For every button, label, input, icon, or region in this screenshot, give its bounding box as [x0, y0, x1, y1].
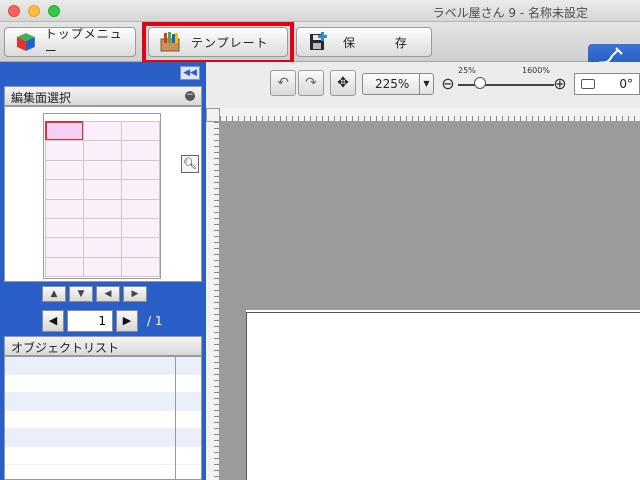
chevron-down-icon: ▼ — [419, 74, 433, 94]
zoom-slider-knob[interactable] — [474, 77, 486, 89]
label-cell[interactable] — [121, 198, 160, 219]
label-cell[interactable] — [45, 256, 84, 278]
rotation-field[interactable]: 0° — [574, 73, 640, 95]
move-arrows: ▲ ▼ ◀ ▶ — [42, 286, 147, 302]
list-item[interactable] — [5, 411, 201, 429]
redo-icon[interactable]: ↷ — [298, 70, 324, 96]
page-number-input[interactable] — [67, 310, 113, 332]
object-list[interactable] — [4, 356, 202, 480]
ruler-corner — [206, 108, 220, 122]
label-cell[interactable] — [45, 159, 84, 181]
vertical-ruler — [206, 122, 220, 480]
fit-icon[interactable]: ✥ — [330, 70, 356, 96]
list-item[interactable] — [5, 375, 201, 393]
object-list-header: オブジェクトリスト — [4, 336, 202, 356]
label-cell[interactable] — [121, 256, 160, 278]
slider-max-label: 1600% — [522, 66, 550, 75]
rotation-icon — [581, 79, 595, 89]
window-title: ラベル屋さん 9 - 名称未設定 — [432, 6, 588, 20]
label-cell[interactable] — [45, 217, 84, 239]
label-cell[interactable] — [83, 159, 122, 181]
slider-min-label: 25% — [458, 66, 476, 75]
label-cell[interactable] — [121, 179, 160, 200]
save-icon — [310, 32, 327, 50]
list-item[interactable] — [5, 429, 201, 447]
label-grid — [45, 121, 160, 278]
move-down-button[interactable]: ▼ — [69, 286, 93, 302]
label-cell[interactable] — [45, 198, 84, 219]
edit-surface-title: 編集面選択 — [11, 91, 72, 105]
zoom-select[interactable]: 225% ▼ — [362, 73, 434, 95]
horizontal-ruler — [220, 108, 640, 122]
left-panel: ◀◀ 編集面選択 − 🔍︎ ▲ ▼ ◀ ▶ ◀ ▶ — [0, 62, 206, 480]
list-item[interactable] — [5, 393, 201, 411]
move-up-button[interactable]: ▲ — [42, 286, 66, 302]
label-cell[interactable] — [121, 140, 160, 161]
undo-icon[interactable]: ↶ — [270, 70, 296, 96]
page-navigator: ◀ ▶ / 1 — [42, 310, 163, 332]
label-cell[interactable] — [121, 217, 160, 239]
minus-icon[interactable]: − — [185, 91, 195, 101]
cube-icon — [16, 33, 35, 51]
label-cell[interactable] — [83, 198, 122, 219]
collapse-panel-button[interactable]: ◀◀ — [180, 66, 200, 80]
label-cell[interactable] — [121, 159, 160, 181]
label-sheet-preview — [43, 113, 161, 279]
magnify-icon[interactable]: 🔍︎ — [181, 155, 199, 173]
minimize-window-button[interactable] — [28, 5, 40, 17]
view-options-bar: ↶ ↷ ✥ 225% ▼ ⊖ 25% 1600% ⊕ 0° — [206, 62, 640, 108]
label-cell[interactable] — [83, 140, 122, 161]
move-right-button[interactable]: ▶ — [123, 286, 147, 302]
move-left-button[interactable]: ◀ — [96, 286, 120, 302]
top-menu-button[interactable]: トップメニュー — [4, 27, 136, 58]
label-cell[interactable] — [45, 237, 84, 258]
label-cell[interactable] — [83, 179, 122, 200]
save-button[interactable]: 保 存 — [296, 27, 432, 57]
label-cell[interactable] — [83, 121, 122, 142]
list-item[interactable] — [5, 447, 201, 465]
label-cell[interactable] — [83, 217, 122, 239]
sheet-preview-area: 🔍︎ — [4, 106, 202, 282]
top-menu-label: トップメニュー — [44, 27, 123, 58]
save-label: 保 存 — [343, 35, 425, 50]
edit-surface-header: 編集面選択 − — [4, 86, 202, 106]
zoom-value: 225% — [375, 77, 410, 91]
zoom-in-icon[interactable]: ⊕ — [550, 74, 570, 94]
label-cell-selected[interactable] — [45, 121, 84, 142]
close-window-button[interactable] — [8, 5, 20, 17]
title-bar: ラベル屋さん 9 - 名称未設定 — [0, 0, 640, 22]
object-list-title: オブジェクトリスト — [11, 341, 120, 355]
template-highlight-box — [142, 22, 294, 64]
column-divider — [175, 357, 176, 480]
label-cell[interactable] — [83, 237, 122, 258]
label-paper[interactable] — [246, 312, 640, 480]
prev-page-button[interactable]: ◀ — [42, 310, 64, 332]
rotation-value: 0° — [619, 77, 633, 91]
next-page-button[interactable]: ▶ — [116, 310, 138, 332]
main-toolbar: トップメニュー テンプレート 保 存 — [0, 22, 640, 76]
design-canvas[interactable] — [220, 122, 640, 480]
label-cell[interactable] — [121, 237, 160, 258]
label-cell[interactable] — [45, 140, 84, 161]
page-total: / 1 — [147, 314, 163, 328]
zoom-slider-track[interactable] — [458, 84, 554, 86]
label-cell[interactable] — [121, 121, 160, 142]
list-item[interactable] — [5, 357, 201, 375]
label-cell[interactable] — [45, 179, 84, 200]
label-cell[interactable] — [83, 256, 122, 278]
maximize-window-button[interactable] — [48, 5, 60, 17]
zoom-out-icon[interactable]: ⊖ — [438, 74, 458, 94]
